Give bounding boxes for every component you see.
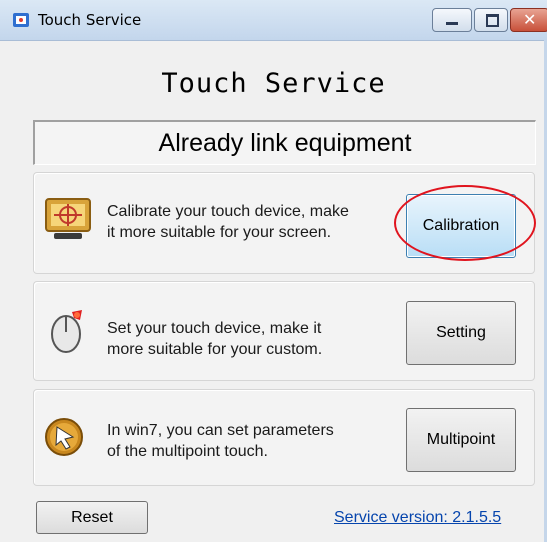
setting-description-line2: more suitable for your custom. [107, 341, 323, 358]
close-icon: ✕ [523, 10, 537, 29]
multipoint-description-line2: of the multipoint touch. [107, 443, 268, 460]
calibration-description-line1: Calibrate your touch device, make [107, 203, 349, 220]
setting-description-line1: Set your touch device, make it [107, 320, 322, 337]
reset-button[interactable]: Reset [36, 501, 148, 534]
minimize-button[interactable] [432, 8, 472, 32]
multipoint-description-line1: In win7, you can set parameters [107, 422, 334, 439]
setting-button[interactable]: Setting [406, 301, 516, 365]
maximize-button[interactable] [474, 8, 508, 32]
touch-service-icon [13, 13, 29, 27]
app-heading: Touch Service [161, 68, 386, 99]
setting-description: Set your touch device, make it more suit… [107, 318, 397, 360]
monitor-crosshair-icon [45, 198, 91, 239]
service-version-link[interactable]: Service version: 2.1.5.5 [334, 509, 501, 527]
multipoint-panel: In win7, you can set parameters of the m… [33, 389, 535, 486]
touch-service-window: Touch Service ✕ Touch Service Already li… [0, 0, 547, 542]
calibration-description: Calibrate your touch device, make it mor… [107, 201, 397, 243]
setting-panel: Set your touch device, make it more suit… [33, 281, 535, 381]
cursor-badge-icon [45, 418, 83, 456]
close-button[interactable]: ✕ [510, 8, 547, 32]
calibration-button[interactable]: Calibration [406, 194, 516, 258]
window-title: Touch Service [38, 11, 142, 29]
multipoint-button[interactable]: Multipoint [406, 408, 516, 472]
maximize-icon [486, 14, 499, 27]
title-bar[interactable]: Touch Service ✕ [0, 0, 547, 41]
minimize-icon [446, 22, 458, 25]
status-box: Already link equipment [33, 120, 536, 165]
calibration-description-line2: it more suitable for your screen. [107, 224, 332, 241]
status-text: Already link equipment [158, 129, 412, 157]
mouse-icon [51, 310, 82, 353]
multipoint-description: In win7, you can set parameters of the m… [107, 420, 397, 462]
calibration-panel: Calibrate your touch device, make it mor… [33, 172, 536, 274]
